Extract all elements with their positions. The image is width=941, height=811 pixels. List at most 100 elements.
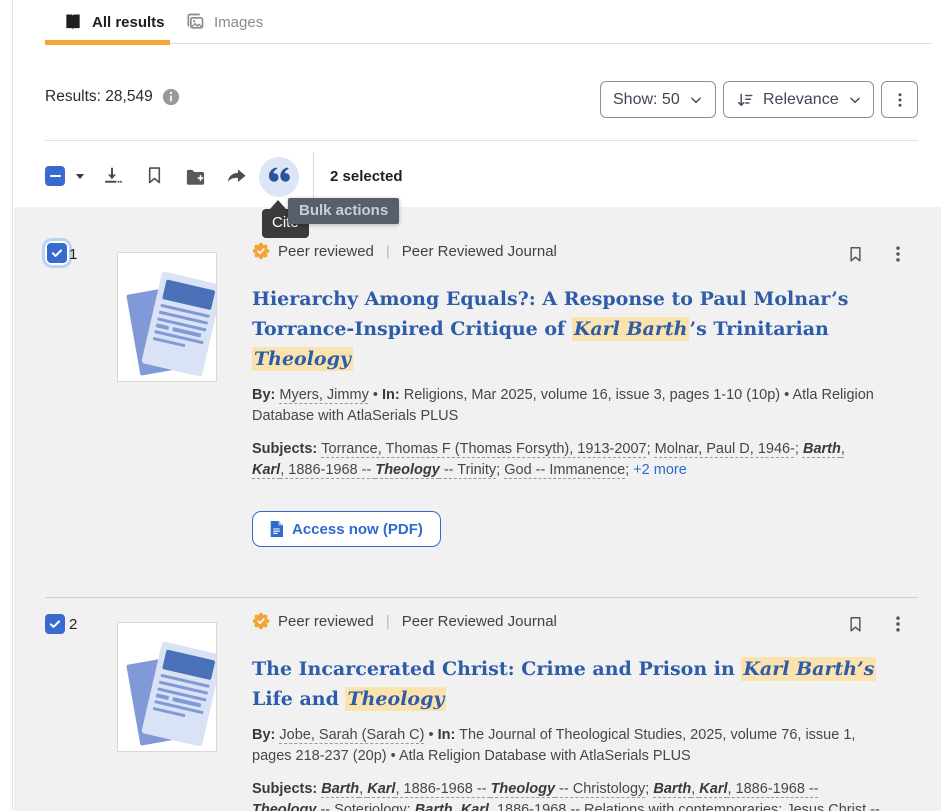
pdf-file-icon [270,521,283,537]
sort-dropdown[interactable]: Relevance [723,81,874,118]
badge-row: Peer reviewed | Peer Reviewed Journal [252,612,880,630]
inline-link[interactable]: Barth [803,441,841,457]
result-divider [45,597,918,598]
inline-link[interactable]: -- Soteriology [316,802,406,811]
inline-link[interactable]: Karl [252,462,280,478]
result-number: 2 [69,616,77,633]
inline-link[interactable]: , 1886-1968 -- [395,781,490,797]
inline-link[interactable]: Jobe, Sarah (Sarah C) [279,727,424,743]
bulk-actions-tooltip: Bulk actions [288,198,399,224]
result-subjects: Subjects: Torrance, Thomas F (Thomas For… [252,439,880,480]
inline-link[interactable]: -- Trinity [440,462,496,478]
download-icon[interactable] [101,165,123,187]
bookmark-icon[interactable] [846,614,865,635]
show-per-page-dropdown[interactable]: Show: 50 [600,81,716,118]
result-title-link[interactable]: The Incarcerated Christ: Crime and Priso… [252,654,880,714]
inline-link[interactable]: Karl [461,802,489,811]
bookmark-icon[interactable] [846,244,865,265]
active-tab-indicator [45,40,170,45]
inline-link[interactable]: Barth [653,781,691,797]
inline-link[interactable]: -- Christology [555,781,645,797]
text-segment: The Incarcerated Christ: Crime and Priso… [252,658,741,680]
add-to-folder-icon[interactable] [184,166,207,189]
tab-all-results[interactable]: All results [63,0,165,44]
select-all-checkbox[interactable] [45,166,65,186]
tabbar-underline [45,43,931,44]
result-number: 1 [69,246,77,263]
badge-separator: | [386,243,390,260]
inline-link[interactable]: Barth [321,781,359,797]
result-title-link[interactable]: Hierarchy Among Equals?: A Response to P… [252,284,880,374]
images-icon [185,12,205,32]
text-segment: In: [438,727,456,743]
result-2-checkbox[interactable] [45,614,65,634]
selected-count-label: 2 selected [330,168,403,185]
sort-amount-down-icon [736,91,754,109]
text-segment: In: [382,387,400,403]
inline-link[interactable]: , 1886-1968 -- [280,462,375,478]
inline-link[interactable]: Karl [699,781,727,797]
text-segment: By: [252,727,279,743]
inline-link[interactable]: , [453,802,461,811]
kebab-menu-icon[interactable] [888,614,908,634]
result-content: Peer reviewed | Peer Reviewed Journal Th… [252,612,880,811]
bulk-actions-tooltip-label: Bulk actions [299,202,388,219]
access-now-label: Access now (PDF) [292,521,423,538]
chevron-down-icon [689,93,703,107]
inline-link[interactable]: , 1886-1968 -- [728,781,819,797]
kebab-menu-icon [891,91,909,109]
chevron-down-icon [848,93,862,107]
kebab-menu-icon[interactable] [888,244,908,264]
text-segment: ; [795,441,803,457]
inline-link[interactable]: Barth [415,802,453,811]
tab-all-results-label: All results [92,14,165,31]
peer-reviewed-seal-icon [252,242,270,260]
text-segment: Theology [252,347,353,371]
inline-link[interactable]: , 1886-1968 -- Relations with contempora… [489,802,778,811]
share-icon[interactable] [225,165,248,188]
result-byline: By: Myers, Jimmy • In: Religions, Mar 20… [252,385,880,426]
more-options-button[interactable] [881,81,918,118]
text-segment: Karl Barth [572,317,690,341]
tab-images[interactable]: Images [185,0,263,44]
document-front-illustration [141,271,217,377]
tab-images-label: Images [214,14,263,31]
panel-left-border [0,0,13,811]
badge-separator: | [386,613,390,630]
checked-checkbox-icon [47,243,67,263]
inline-link[interactable]: Molnar, Paul D, 1946- [655,441,795,457]
inline-link[interactable]: , [841,441,845,457]
text-segment: Subjects: [252,441,321,457]
inline-link[interactable]: Torrance, Thomas F (Thomas Forsyth), 191… [321,441,646,457]
bulk-toolbar: 2 selected [0,152,941,200]
result-1-checkbox[interactable] [45,241,69,265]
journal-type-label: Peer Reviewed Journal [402,613,557,630]
bookmark-icon[interactable] [144,165,165,186]
text-segment: • [424,727,437,743]
access-now-pdf-button[interactable]: Access now (PDF) [252,511,441,547]
result-thumbnail[interactable] [117,622,217,752]
document-front-illustration [141,641,217,747]
peer-reviewed-label: Peer reviewed [278,613,374,630]
inline-link[interactable]: +2 more [633,462,687,478]
result-content: Peer reviewed | Peer Reviewed Journal Hi… [252,242,880,547]
text-segment: ; [407,802,415,811]
cite-button[interactable] [259,157,299,197]
search-results-page: All results Images Results: 28,549 Show:… [0,0,941,811]
inline-link[interactable]: Theology [252,802,316,811]
checkbox-focus-ring [45,241,69,265]
inline-link[interactable]: Theology [491,781,555,797]
text-segment: ’s Trinitarian [689,318,828,340]
inline-link[interactable]: God -- Immanence [504,462,625,478]
select-dropdown-caret[interactable] [76,174,84,179]
inline-link[interactable]: Myers, Jimmy [279,387,368,403]
inline-link[interactable]: Karl [367,781,395,797]
result-subjects: Subjects: Barth, Karl, 1886-1968 -- Theo… [252,779,880,811]
result-thumbnail[interactable] [117,252,217,382]
sort-label: Relevance [763,91,839,109]
journal-type-label: Peer Reviewed Journal [402,243,557,260]
indeterminate-checkbox-icon [45,166,65,186]
results-tabbar: All results Images [45,0,931,44]
header-divider [45,140,918,141]
inline-link[interactable]: Theology [375,462,439,478]
